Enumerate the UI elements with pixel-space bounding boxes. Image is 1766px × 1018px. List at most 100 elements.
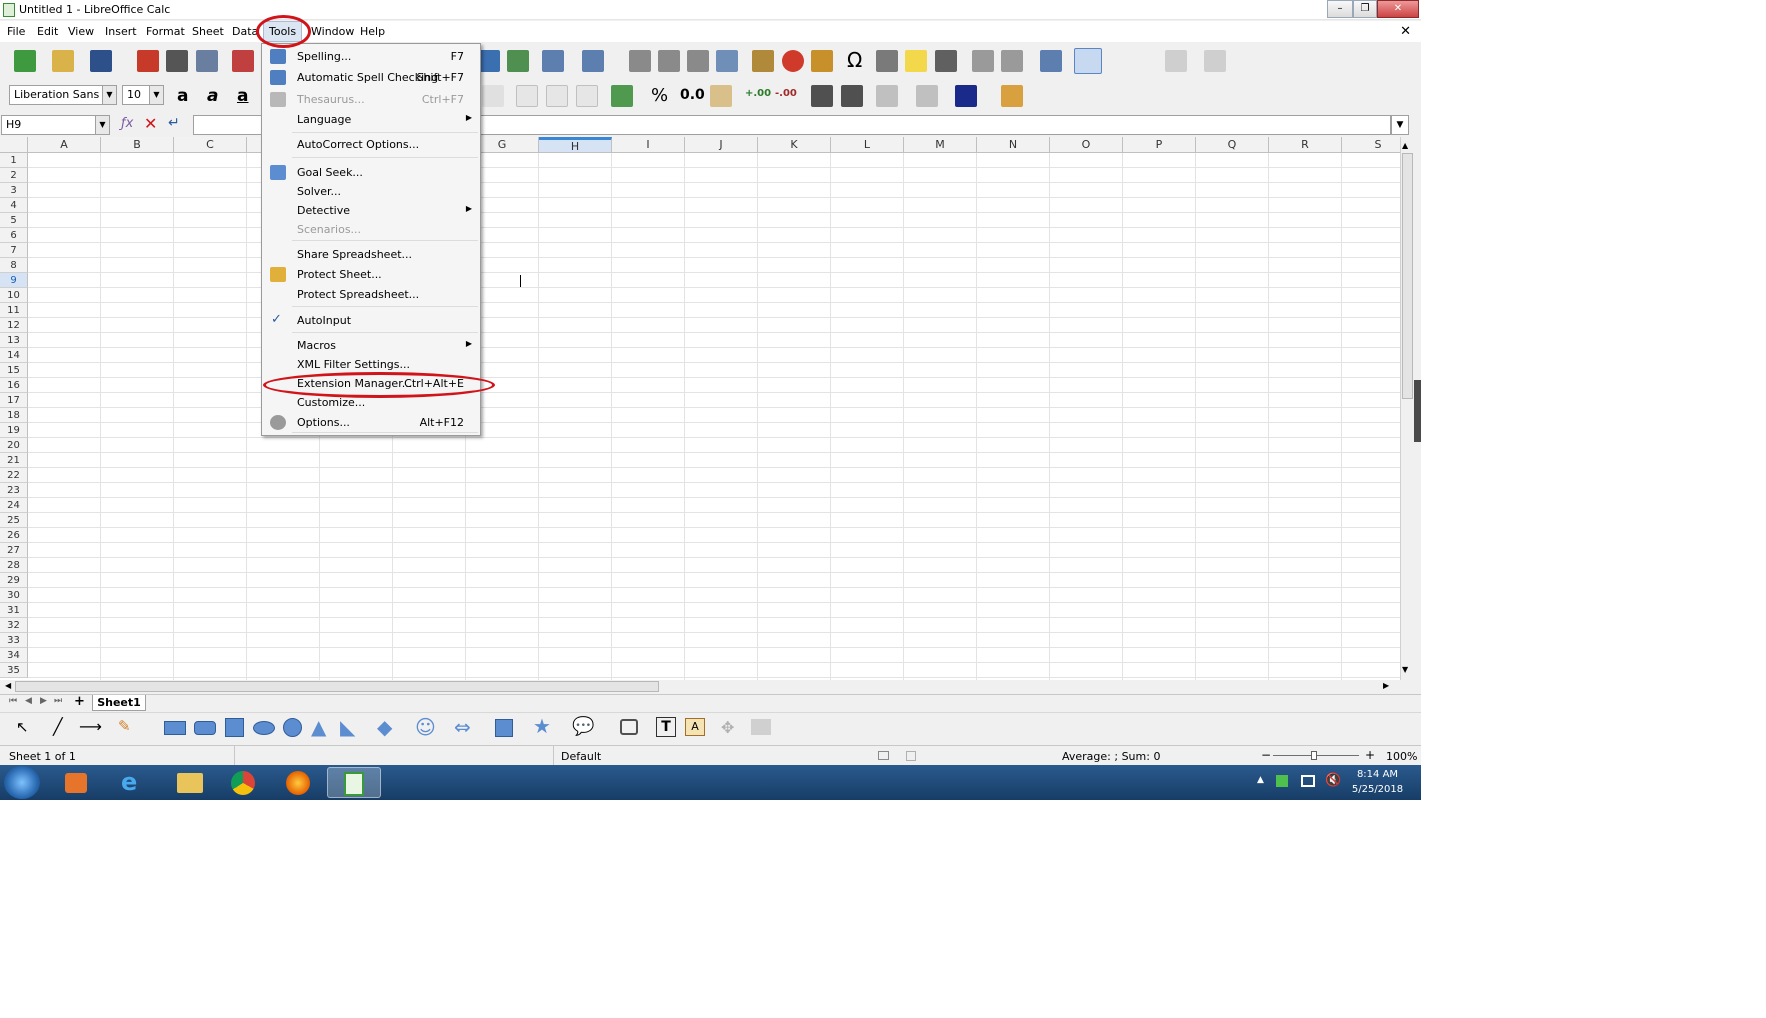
scroll-up-icon[interactable]: ▲: [1402, 141, 1408, 150]
save-icon[interactable]: [90, 50, 112, 72]
menu-item-autoinput[interactable]: ✓ AutoInput: [262, 311, 480, 330]
decrease-indent-icon[interactable]: [841, 85, 863, 107]
diamond-icon[interactable]: ◆: [377, 715, 392, 739]
run-macro-icon[interactable]: [1165, 50, 1187, 72]
accept-icon[interactable]: ↵: [168, 115, 180, 131]
select-arrow-icon[interactable]: ↖: [16, 718, 29, 736]
row-header[interactable]: 15: [0, 363, 28, 378]
freeze-rows-columns-icon[interactable]: [1001, 50, 1023, 72]
row-header[interactable]: 34: [0, 648, 28, 663]
menu-file[interactable]: File: [7, 25, 25, 38]
row-header[interactable]: 16: [0, 378, 28, 393]
row-header[interactable]: 30: [0, 588, 28, 603]
row-header[interactable]: 9: [0, 273, 28, 288]
column-header[interactable]: Q: [1196, 137, 1269, 153]
tray-app-icon[interactable]: [1276, 775, 1288, 787]
scroll-left-icon[interactable]: ◀: [5, 681, 11, 690]
border-color-icon[interactable]: [955, 85, 977, 107]
row-header[interactable]: 31: [0, 603, 28, 618]
menu-format[interactable]: Format: [146, 25, 185, 38]
row-header[interactable]: 20: [0, 438, 28, 453]
row-header[interactable]: 5: [0, 213, 28, 228]
square-icon[interactable]: [225, 718, 244, 737]
function-wizard-icon[interactable]: ƒx: [121, 116, 133, 131]
stop-macro-icon[interactable]: [1204, 50, 1226, 72]
flowchart-icon[interactable]: [495, 719, 513, 737]
column-header[interactable]: P: [1123, 137, 1196, 153]
sort-ascending-icon[interactable]: [658, 50, 680, 72]
add-sheet-button[interactable]: +: [74, 694, 85, 709]
bold-button[interactable]: a: [177, 86, 188, 106]
italic-button[interactable]: a: [207, 86, 218, 106]
row-header[interactable]: 23: [0, 483, 28, 498]
column-header[interactable]: H: [539, 137, 612, 153]
first-sheet-icon[interactable]: ⏮: [9, 696, 17, 706]
merge-cells-icon[interactable]: [482, 85, 504, 107]
menu-insert[interactable]: Insert: [105, 25, 137, 38]
scroll-right-icon[interactable]: ▶: [1383, 681, 1389, 690]
zoom-out-button[interactable]: −: [1261, 748, 1271, 762]
currency-format-icon[interactable]: [611, 85, 633, 107]
pivot-table-icon[interactable]: [811, 50, 833, 72]
borders-icon[interactable]: [876, 85, 898, 107]
row-header[interactable]: 21: [0, 453, 28, 468]
horizontal-scrollbar[interactable]: ◀ ▶: [0, 680, 1414, 694]
callout-icon[interactable]: 💬: [572, 716, 594, 737]
clock-date[interactable]: 5/25/2018: [1345, 784, 1410, 795]
network-icon[interactable]: [1301, 775, 1315, 787]
menu-item-automatic-spell-checking[interactable]: Automatic Spell Checking Shift+F7: [262, 68, 480, 87]
row-header[interactable]: 32: [0, 618, 28, 633]
chevron-down-icon[interactable]: ▼: [102, 86, 116, 104]
show-hidden-icons[interactable]: ▲: [1257, 775, 1264, 785]
column-header[interactable]: S: [1342, 137, 1400, 153]
insert-image-icon[interactable]: [752, 50, 774, 72]
print-icon[interactable]: [166, 50, 188, 72]
curve-icon[interactable]: ✎: [118, 717, 131, 735]
row-header[interactable]: 12: [0, 318, 28, 333]
comment-icon[interactable]: [905, 50, 927, 72]
line-icon[interactable]: ╱: [53, 717, 63, 736]
menu-item-macros[interactable]: Macros ▶: [262, 336, 480, 355]
block-arrows-icon[interactable]: ⇔: [454, 715, 471, 739]
column-header[interactable]: B: [101, 137, 174, 153]
row-header[interactable]: 14: [0, 348, 28, 363]
clock-time[interactable]: 8:14 AM: [1345, 769, 1410, 780]
triangle-icon[interactable]: ▲: [311, 715, 326, 739]
ellipse-icon[interactable]: [253, 721, 275, 735]
row-header[interactable]: 2: [0, 168, 28, 183]
select-all-corner[interactable]: [0, 137, 28, 153]
windows-start-icon[interactable]: [4, 766, 40, 799]
expand-formula-bar-icon[interactable]: ▼: [1391, 115, 1409, 135]
column-header[interactable]: O: [1050, 137, 1123, 153]
close-document-button[interactable]: ✕: [1400, 24, 1411, 39]
date-format-icon[interactable]: [710, 85, 732, 107]
menu-item-autocorrect-options[interactable]: AutoCorrect Options...: [262, 135, 480, 154]
next-sheet-icon[interactable]: ▶: [40, 696, 47, 706]
border-style-icon[interactable]: [916, 85, 938, 107]
spreadsheet-grid[interactable]: ABCDEFGHIJKLMNOPQRS123456789101112131415…: [0, 137, 1400, 680]
menu-data[interactable]: Data: [232, 25, 258, 38]
font-name-combo[interactable]: Liberation Sans ▼: [9, 85, 117, 105]
selection-mode-icon[interactable]: [878, 751, 889, 760]
media-player-icon[interactable]: [50, 767, 104, 798]
row-header[interactable]: 11: [0, 303, 28, 318]
insert-fontwork-icon[interactable]: A: [685, 718, 705, 736]
conditional-format-icon[interactable]: [1001, 85, 1023, 107]
vertical-scrollbar[interactable]: ▲ ▼: [1400, 137, 1414, 680]
font-size-combo[interactable]: 10 ▼: [122, 85, 164, 105]
chevron-down-icon[interactable]: ▼: [95, 116, 109, 134]
row-header[interactable]: 18: [0, 408, 28, 423]
internet-explorer-icon[interactable]: e: [107, 767, 161, 798]
menu-sheet[interactable]: Sheet: [192, 25, 224, 38]
name-box[interactable]: H9 ▼: [1, 115, 110, 135]
row-header[interactable]: 10: [0, 288, 28, 303]
zoom-level[interactable]: 100%: [1386, 750, 1417, 763]
previous-sheet-icon[interactable]: ◀: [25, 696, 32, 706]
row-header[interactable]: 28: [0, 558, 28, 573]
volume-muted-icon[interactable]: 🔇: [1325, 773, 1341, 788]
cut-icon[interactable]: [232, 50, 254, 72]
row-header[interactable]: 25: [0, 513, 28, 528]
delete-decimal-button[interactable]: -.00: [775, 88, 797, 99]
menu-item-spelling[interactable]: Spelling... F7: [262, 47, 480, 66]
row-header[interactable]: 29: [0, 573, 28, 588]
